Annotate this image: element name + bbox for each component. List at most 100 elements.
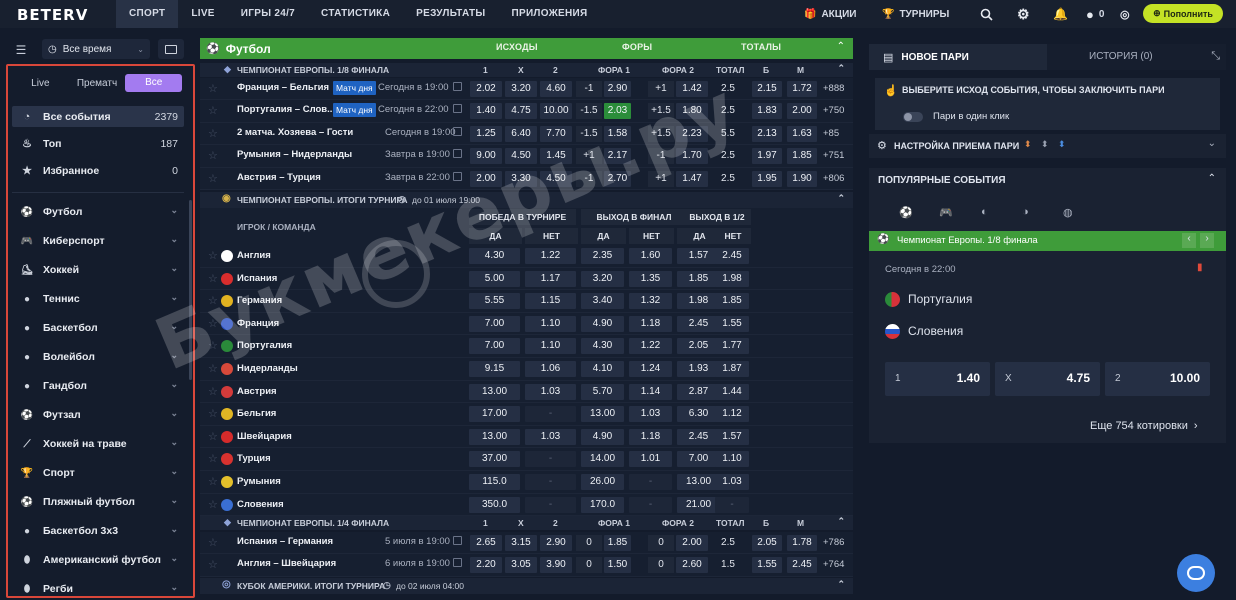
col-outcomes[interactable]: ИСХОДЫ	[496, 42, 538, 52]
settings-button[interactable]: ⚙	[1017, 0, 1030, 28]
odd-cell[interactable]: 2.05	[752, 534, 782, 551]
odd-cell[interactable]: 1.98	[715, 270, 749, 287]
star-icon[interactable]: ☆	[208, 104, 218, 117]
match-name[interactable]: 2 матча. Хозяева – Гости	[237, 127, 353, 138]
gamepad-icon[interactable]: 🎮	[939, 206, 953, 219]
match-name[interactable]: Испания – Германия	[237, 536, 333, 547]
stats-icon[interactable]	[453, 81, 462, 91]
more-markets[interactable]: +888	[823, 83, 844, 94]
odd-cell[interactable]: 3.20	[505, 80, 537, 97]
sidebar-scrollbar[interactable]	[189, 200, 192, 380]
odd-cell[interactable]: 1.83	[752, 103, 782, 120]
stats-icon[interactable]: ▮	[1197, 262, 1203, 273]
odd-cell[interactable]: 2.00	[676, 534, 708, 551]
odd-cell[interactable]: 6.40	[505, 125, 537, 142]
sidebar-sport-american-football[interactable]: ⬮ Американский футбол ⌄	[12, 549, 184, 571]
odd-cell[interactable]: 13.00	[581, 406, 624, 423]
odd-cell[interactable]: 4.50	[505, 148, 537, 165]
odd-cell[interactable]: 1.06	[525, 361, 576, 377]
odd-cell[interactable]: 2.87	[677, 383, 720, 400]
stats-icon[interactable]	[453, 535, 462, 545]
star-icon[interactable]: ☆	[208, 272, 218, 285]
odd-cell[interactable]: 2.00	[470, 170, 502, 187]
odd-cell[interactable]: 1.22	[629, 338, 672, 355]
odd-cell[interactable]: 2.20	[470, 557, 502, 574]
odd-cell[interactable]: 1.32	[629, 293, 672, 310]
chevron-up-icon[interactable]: ⌃	[837, 579, 845, 590]
odd-cell[interactable]: 1.14	[629, 383, 672, 400]
odd-cell[interactable]: 2.15	[752, 80, 782, 97]
odd-cell[interactable]: 1.98	[677, 293, 720, 310]
odd-cell[interactable]: 6.30	[677, 406, 720, 423]
nav-sport[interactable]: СПОРТ	[116, 0, 179, 28]
odd-cell[interactable]: 1.22	[525, 248, 576, 264]
stats-icon[interactable]	[453, 149, 462, 159]
sidebar-sport-sport[interactable]: 🏆 Спорт ⌄	[12, 462, 184, 484]
odd-cell[interactable]: 1.12	[715, 406, 749, 423]
stats-icon[interactable]	[453, 126, 462, 136]
star-icon[interactable]: ☆	[208, 558, 218, 571]
odd-cell[interactable]: 2.60	[676, 557, 708, 574]
match-name[interactable]: Франция – Бельгия	[237, 82, 329, 93]
chevron-up-icon[interactable]: ⌃	[837, 516, 845, 527]
odd-cell[interactable]: 1.35	[629, 270, 672, 287]
more-markets[interactable]: +750	[823, 105, 844, 116]
odd-cell[interactable]: 1.18	[629, 428, 672, 445]
odd-cell[interactable]: 37.00	[469, 451, 520, 468]
odd-cell[interactable]: 4.90	[581, 315, 624, 332]
odd-cell[interactable]: 1.03	[525, 383, 576, 400]
odd-cell[interactable]: 3.90	[540, 557, 572, 574]
deposit-button[interactable]: ⊕ Пополнить	[1143, 4, 1223, 23]
odd-cell[interactable]: 1.15	[525, 293, 576, 310]
odd-cell[interactable]: 13.00	[469, 428, 520, 445]
match-row[interactable]: ☆ 2 матча. Хозяева – Гости Сегодня в 19:00…	[200, 122, 853, 146]
hockey-icon[interactable]: ◑	[1022, 206, 1029, 218]
match-name[interactable]: Португалия – Слов...	[237, 104, 335, 115]
odd-cell[interactable]: 4.60	[540, 80, 572, 97]
odd-cell[interactable]: 1.57	[715, 428, 749, 445]
odd-cell[interactable]: 2.05	[677, 338, 720, 355]
odd-cell[interactable]: 7.00	[469, 338, 520, 355]
star-icon[interactable]: ☆	[208, 82, 218, 95]
odd-cell[interactable]: 3.20	[581, 270, 624, 287]
match-row[interactable]: ☆ Румыния – Нидерланды Завтра в 19:00 9.00 4…	[200, 145, 853, 168]
odd-cell[interactable]: 4.30	[581, 338, 624, 355]
promo-link[interactable]: 🎁 АКЦИИ	[804, 0, 856, 28]
basketball-icon[interactable]: ◍	[1063, 206, 1073, 219]
sidebar-sport-basketball-3x3[interactable]: ● Баскетбол 3х3 ⌄	[12, 520, 184, 542]
match-row[interactable]: ☆ Испания – Германия 5 июля в 19:00 2.65 3.1…	[200, 531, 853, 554]
sidebar-sport-tennis[interactable]: ● Теннис ⌄	[12, 288, 184, 310]
odd-cell[interactable]: 4.10	[581, 361, 624, 377]
mode-prematch[interactable]: Прематч	[69, 78, 126, 89]
odd-cell[interactable]: 1.03	[629, 406, 672, 423]
sidebar-sport-hockey[interactable]: ⛸ Хоккей ⌄	[12, 259, 184, 281]
stats-icon[interactable]	[453, 558, 462, 568]
odd-cell[interactable]: 4.90	[581, 428, 624, 445]
odd-cell[interactable]: 2.13	[752, 125, 782, 142]
odd-cell[interactable]: 2.17	[604, 148, 631, 165]
odd-cell[interactable]: 7.00	[677, 451, 720, 468]
odd-cell[interactable]: 1.25	[470, 125, 502, 142]
odd-cell[interactable]: 1.55	[752, 557, 782, 574]
odd-cell[interactable]: 1.44	[715, 383, 749, 400]
odd-cell[interactable]: 17.00	[469, 406, 520, 423]
odd-cell[interactable]: 9.15	[469, 361, 520, 377]
odd-cell[interactable]: 1.78	[787, 534, 817, 551]
odd-cell[interactable]: 1.01	[629, 451, 672, 468]
odd-cell[interactable]: 9.00	[470, 148, 502, 165]
match-row[interactable]: ☆ Англия – Швейцария 6 июля в 19:00 2.20 3.0…	[200, 554, 853, 577]
star-icon[interactable]: ☆	[208, 498, 218, 511]
star-icon[interactable]: ☆	[208, 430, 218, 443]
odd-cell[interactable]: 26.00	[581, 474, 624, 490]
football-icon[interactable]: ⚽	[899, 206, 913, 219]
sidebar-item-favorites[interactable]: ★ Избранное 0	[12, 160, 184, 181]
odd-cell[interactable]: 1.63	[787, 125, 817, 142]
odd-cell[interactable]: 2.90	[540, 534, 572, 551]
odd-cell[interactable]: 1.87	[715, 361, 749, 377]
account-button[interactable]: ● 0	[1086, 0, 1104, 28]
more-markets[interactable]: +751	[823, 150, 844, 161]
sidebar-item-top[interactable]: ♨ Топ 187	[12, 133, 184, 154]
col-handicaps[interactable]: ФОРЫ	[622, 42, 652, 52]
star-icon[interactable]: ☆	[208, 339, 218, 352]
odd-cell[interactable]: 1.72	[787, 80, 817, 97]
